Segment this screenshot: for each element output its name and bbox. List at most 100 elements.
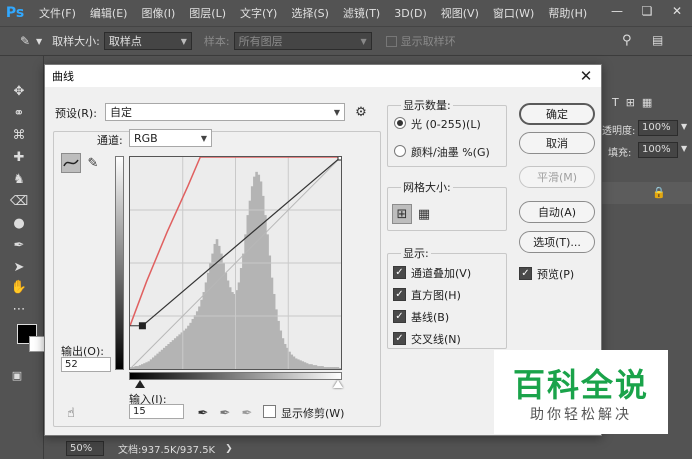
preset-options-gear-icon[interactable]: ⚙ [351,102,371,122]
menu-bar: Ps 文件(F) 编辑(E) 图像(I) 图层(L) 文字(Y) 选择(S) 滤… [0,0,692,26]
options-bar: ✎ ▼ 取样大小: 取样点 ▼ 样本: 所有图层 ▼ 显示取样环 ⚲ ▤ [0,26,692,56]
text-tools-icon[interactable]: T ⊞ ▦ [612,96,652,109]
blur-tool-icon[interactable]: ● [10,214,28,232]
layer-row[interactable]: 🔒 [602,182,692,204]
light-radio-label: 光 (0-255)(L) [411,118,481,131]
restore-icon[interactable]: ❏ [632,0,662,22]
preset-select[interactable]: 自定 ▼ [105,103,345,121]
close-icon[interactable]: ✕ [577,67,595,85]
menu-item-window[interactable]: 窗口(W) [486,5,541,21]
sample-select[interactable]: 所有图层 ▼ [233,32,372,50]
chevron-down-icon: ▼ [180,36,187,46]
sample-size-select[interactable]: 取样点 ▼ [103,32,192,50]
app-logo[interactable]: Ps [2,2,28,24]
menu-item-file[interactable]: 文件(F) [32,5,83,21]
intersection-line-checkbox[interactable]: ✓ [393,332,406,345]
menu-item-3d[interactable]: 3D(D) [387,7,434,20]
show-clipping-checkbox[interactable] [263,405,276,418]
status-menu-chevron-icon[interactable]: ❯ [225,444,233,454]
auto-button[interactable]: 自动(A) [519,201,595,223]
curve-plot[interactable] [129,153,345,370]
pencil-icon[interactable]: ✎ [83,153,103,173]
white-point-slider[interactable] [333,380,343,388]
output-field[interactable]: 52 [61,357,111,372]
baseline-checkbox[interactable]: ✓ [393,310,406,323]
opacity-field[interactable]: 100% [638,120,678,136]
watermark-title: 百科全说 [512,366,649,404]
hand-tool-icon[interactable]: ✋ [10,278,28,296]
menu-item-edit[interactable]: 编辑(E) [83,5,135,21]
menu-item-help[interactable]: 帮助(H) [541,5,594,21]
opacity-label: 透明度: [602,126,636,137]
sample-size-label: 取样大小: [52,35,100,48]
pen-tool-icon[interactable]: ✒ [10,236,28,254]
target-adjust-icon[interactable]: ☝ [61,403,81,423]
options-button[interactable]: 选项(T)... [519,231,595,253]
menu-item-layer[interactable]: 图层(L) [182,5,233,21]
show-ring-checkbox[interactable] [385,35,397,47]
ok-button[interactable]: 确定 [519,103,595,125]
channel-overlays-checkbox[interactable]: ✓ [393,266,406,279]
menu-item-select[interactable]: 选择(S) [284,5,336,21]
tool-preset-chevron-icon[interactable]: ▼ [36,37,42,46]
curve-graph[interactable] [129,153,345,370]
curve-wave-icon [63,159,79,167]
stamp-tool-icon[interactable]: ♞ [10,170,28,188]
preset-label: 预设(R): [55,107,97,120]
grid-simple-icon[interactable]: ⊞ [392,204,412,224]
black-eyedropper-icon[interactable]: ✒ [193,403,213,423]
light-radio[interactable] [394,117,406,129]
grid-detailed-icon[interactable]: ▦ [414,204,434,224]
fill-chevron-icon[interactable]: ▼ [681,144,687,153]
watermark-subtitle: 助你轻松解决 [530,407,632,423]
dialog-titlebar[interactable]: 曲线 ✕ [45,65,601,87]
zoom-field[interactable]: 50% [66,441,104,456]
smooth-button[interactable]: 平滑(M) [519,166,595,188]
chevron-down-icon: ▼ [200,133,207,143]
window-controls: — ❏ ✕ [602,0,692,22]
curve-control-point[interactable] [337,153,345,161]
background-color-swatch[interactable] [29,336,45,352]
healing-brush-icon[interactable]: ✚ [10,148,28,166]
channel-label: 通道: [97,134,123,147]
input-gradient-bar [129,372,342,380]
cancel-button[interactable]: 取消 [519,132,595,154]
gray-eyedropper-icon[interactable]: ✒ [215,403,235,423]
watermark-logo: 百科全说 助你轻松解决 [494,350,668,434]
opacity-chevron-icon[interactable]: ▼ [681,122,687,131]
menu-item-type[interactable]: 文字(Y) [233,5,284,21]
menu-item-filter[interactable]: 滤镜(T) [336,5,387,21]
curve-point-tool-icon[interactable] [61,153,81,173]
search-icon[interactable]: ⚲ [622,33,632,48]
lasso-tool-icon[interactable]: ⚭ [10,104,28,122]
curve-control-point[interactable] [138,322,146,330]
move-tool-icon[interactable]: ✥ [10,82,28,100]
crop-tool-icon[interactable]: ⌘ [10,126,28,144]
eyedropper-tool-icon[interactable]: ✎ [14,31,36,51]
path-select-icon[interactable]: ➤ [10,258,28,276]
close-icon[interactable]: ✕ [662,0,692,22]
pigment-radio[interactable] [394,145,406,157]
black-point-slider[interactable] [135,380,145,388]
preview-checkbox[interactable]: ✓ [519,267,532,280]
workspace-icon[interactable]: ▤ [652,33,663,47]
menu-item-image[interactable]: 图像(I) [134,5,182,21]
more-tools-icon[interactable]: ⋯ [10,300,28,318]
white-eyedropper-icon[interactable]: ✒ [237,403,257,423]
channel-select[interactable]: RGB ▼ [129,129,212,147]
histogram-checkbox[interactable]: ✓ [393,288,406,301]
channel-overlays-label: 通道叠加(V) [411,267,472,280]
quick-mask-icon[interactable]: ▣ [8,366,26,384]
input-field[interactable]: 15 [129,404,184,419]
histogram-label: 直方图(H) [411,289,461,302]
show-clipping-label: 显示修剪(W) [281,407,345,420]
minimize-icon[interactable]: — [602,0,632,22]
display-amount-title: 显示数量: [401,97,453,113]
menu-item-view[interactable]: 视图(V) [434,5,486,21]
eraser-tool-icon[interactable]: ⌫ [10,192,28,210]
pigment-radio-label: 颜料/油墨 %(G) [411,146,490,159]
fill-field[interactable]: 100% [638,142,678,158]
show-title: 显示: [401,245,431,261]
status-bar: 50% 文档:937.5K/937.5K ❯ [44,438,602,459]
tools-panel: ✥ ⚭ ⌘ ✚ ♞ ⌫ ● ✒ ➤ ✋ ⋯ ▣ [0,56,45,459]
